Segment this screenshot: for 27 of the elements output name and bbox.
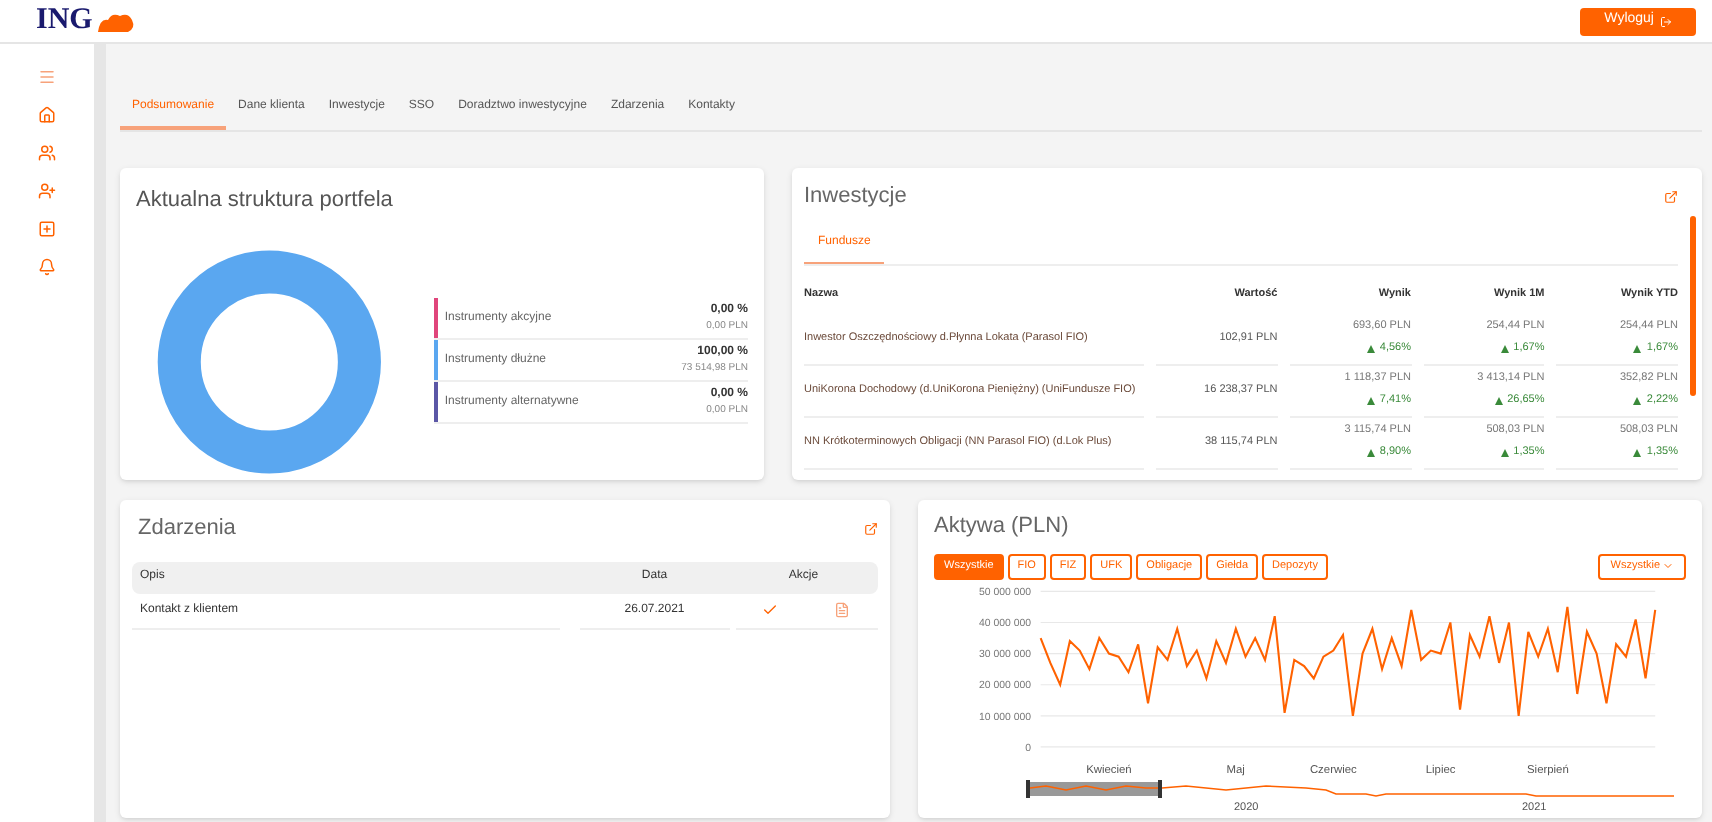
home-icon[interactable] — [38, 106, 56, 124]
up-triangle-icon — [1365, 448, 1376, 458]
logout-icon — [1660, 15, 1672, 27]
open-icon[interactable] — [864, 521, 878, 536]
bell-icon[interactable] — [38, 258, 56, 276]
caret-icon — [1662, 560, 1674, 572]
up-triangle-icon — [1365, 344, 1376, 354]
up-triangle-icon — [1365, 396, 1376, 406]
card-title: Aktualna struktura portfela — [136, 186, 395, 216]
up-triangle-icon — [1493, 396, 1504, 406]
scrollbar-thumb[interactable] — [1690, 216, 1696, 396]
check-icon[interactable] — [762, 602, 779, 618]
user-add-icon[interactable] — [38, 182, 56, 200]
card-title: Zdarzenia — [136, 514, 236, 544]
up-triangle-icon — [1499, 448, 1510, 458]
up-triangle-icon — [1499, 344, 1510, 354]
up-triangle-icon — [1632, 448, 1643, 458]
card-title: Aktywa (PLN) — [934, 512, 1071, 542]
card-title: Inwestycje — [804, 182, 907, 212]
add-square-icon[interactable] — [38, 220, 56, 238]
users-icon[interactable] — [38, 144, 56, 162]
menu-icon[interactable] — [38, 68, 56, 86]
logo-text: ING — [36, 6, 93, 36]
open-icon[interactable] — [1664, 189, 1678, 204]
up-triangle-icon — [1632, 396, 1643, 406]
document-icon[interactable] — [834, 602, 851, 618]
up-triangle-icon — [1632, 344, 1643, 354]
